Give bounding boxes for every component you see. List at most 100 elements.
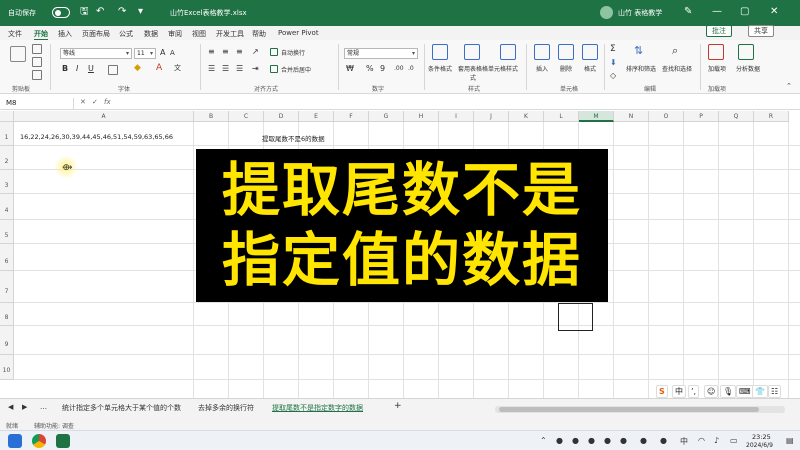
row-header-3[interactable]: 3	[0, 170, 14, 194]
sheet-tab-3[interactable]: 提取尾数不是指定数字的数据	[272, 403, 363, 413]
column-header-o[interactable]: O	[649, 111, 684, 122]
sort-filter-icon[interactable]: ⇅	[634, 44, 643, 57]
cut-icon[interactable]	[32, 44, 42, 54]
cell-style-icon[interactable]	[500, 44, 516, 60]
format-cells-button[interactable]: 格式	[584, 64, 596, 73]
column-header-q[interactable]: Q	[719, 111, 754, 122]
ime-menu-icon[interactable]: ☷	[768, 385, 782, 398]
align-left-icon[interactable]: ☰	[208, 64, 215, 73]
copy-icon[interactable]	[32, 57, 42, 67]
border-icon[interactable]	[108, 65, 118, 75]
ime-keyboard-icon[interactable]: ⌨	[736, 385, 754, 398]
add-in-icon[interactable]	[708, 44, 724, 60]
pen-icon[interactable]: ✎	[684, 6, 692, 18]
maximize-icon[interactable]: ▢	[740, 6, 749, 18]
volume-icon[interactable]: ♪	[714, 436, 719, 445]
ime-tray-icon[interactable]: 中	[680, 436, 688, 447]
bold-icon[interactable]: B	[62, 64, 68, 73]
font-name-select[interactable]: 等线	[60, 48, 132, 59]
wrap-text-button[interactable]: 自动换行	[281, 48, 305, 57]
decrease-decimal-icon[interactable]: .0	[408, 65, 414, 72]
select-all-corner[interactable]	[0, 111, 14, 122]
undo-icon[interactable]: ↶	[96, 6, 104, 18]
column-header-a[interactable]: A	[14, 111, 194, 122]
phonetic-icon[interactable]: 文	[174, 63, 181, 73]
ime-punct-icon[interactable]: ʼ,	[688, 385, 700, 398]
column-header-k[interactable]: K	[509, 111, 544, 122]
tray-icon-7[interactable]: ●	[660, 436, 667, 445]
excel-taskbar-icon[interactable]	[56, 434, 70, 448]
fill-icon[interactable]: ⬇	[610, 58, 617, 67]
increase-decimal-icon[interactable]: .00	[394, 65, 404, 72]
font-size-select[interactable]: 11	[134, 48, 156, 59]
percent-icon[interactable]: %	[366, 64, 374, 73]
row-header-1[interactable]: 1	[0, 122, 14, 146]
orientation-icon[interactable]: ↗	[252, 47, 259, 56]
indent-icon[interactable]: ⇥	[252, 64, 259, 73]
clock-time[interactable]: 23:25	[752, 433, 771, 441]
column-header-c[interactable]: C	[229, 111, 264, 122]
format-cells-icon[interactable]	[582, 44, 598, 60]
column-header-n[interactable]: N	[614, 111, 649, 122]
row-header-7[interactable]: 7	[0, 271, 14, 303]
wrap-text-icon[interactable]	[270, 48, 278, 56]
tab-home[interactable]: 开始	[34, 29, 48, 41]
insert-cells-button[interactable]: 插入	[536, 64, 548, 73]
conditional-format-icon[interactable]	[432, 44, 448, 60]
sort-filter-button[interactable]: 排序和筛选	[626, 64, 656, 73]
column-header-b[interactable]: B	[194, 111, 229, 122]
insert-cells-icon[interactable]	[534, 44, 550, 60]
decrease-font-icon[interactable]: A	[170, 49, 175, 57]
ime-logo-icon[interactable]: S	[656, 385, 668, 398]
confirm-formula-icon[interactable]: ✓	[92, 98, 98, 106]
tray-icon-6[interactable]: ●	[640, 436, 647, 445]
redo-icon[interactable]: ↷	[118, 6, 126, 18]
sheet-tab-1[interactable]: 统计指定多个单元格大于某个值的个数	[62, 403, 181, 413]
cell-d1[interactable]: 提取尾数不是6的数据	[262, 133, 325, 143]
save-icon[interactable]: 🖫	[80, 6, 89, 18]
paste-icon[interactable]	[10, 46, 26, 62]
tray-icon-2[interactable]: ●	[572, 436, 579, 445]
minimize-icon[interactable]: —	[712, 6, 722, 18]
tab-power-pivot[interactable]: Power Pivot	[278, 29, 319, 37]
align-bottom-icon[interactable]: ≡	[236, 47, 243, 56]
underline-icon[interactable]: U	[88, 64, 94, 73]
battery-icon[interactable]: ▭	[730, 436, 738, 445]
tab-file[interactable]: 文件	[8, 29, 22, 39]
ime-skin-icon[interactable]: 👕	[752, 385, 768, 398]
conditional-format-button[interactable]: 条件格式	[428, 64, 452, 73]
customize-toolbar-icon[interactable]: ▾	[138, 6, 143, 18]
currency-icon[interactable]: ₩	[346, 64, 354, 73]
comma-icon[interactable]: 9	[380, 64, 385, 73]
tab-help[interactable]: 帮助	[252, 29, 266, 39]
ime-mic-icon[interactable]: 🎙	[720, 385, 737, 398]
avatar[interactable]	[600, 6, 613, 19]
prev-sheet-icon[interactable]: ◀	[8, 403, 13, 411]
row-header-5[interactable]: 5	[0, 220, 14, 244]
active-cell-m8[interactable]	[558, 303, 593, 331]
tab-page-layout[interactable]: 页面布局	[82, 29, 110, 39]
row-header-6[interactable]: 6	[0, 244, 14, 271]
cancel-formula-icon[interactable]: ✕	[80, 98, 86, 106]
next-sheet-icon[interactable]: ▶	[22, 403, 27, 411]
increase-font-icon[interactable]: A	[160, 48, 165, 57]
clear-icon[interactable]: ◇	[610, 71, 616, 80]
align-top-icon[interactable]: ≡	[208, 47, 215, 56]
merge-center-button[interactable]: 合并后居中	[281, 65, 311, 74]
column-header-j[interactable]: J	[474, 111, 509, 122]
sheet-tab-2[interactable]: 去掉多余的换行符	[198, 403, 254, 413]
tray-icon-1[interactable]: ●	[556, 436, 563, 445]
number-format-select[interactable]: 常规	[344, 48, 418, 59]
cell-style-button[interactable]: 单元格样式	[488, 64, 518, 73]
formula-input[interactable]	[118, 98, 790, 109]
column-header-p[interactable]: P	[684, 111, 719, 122]
fx-icon[interactable]: fx	[104, 98, 111, 106]
add-sheet-button[interactable]: +	[394, 401, 402, 411]
column-header-f[interactable]: F	[334, 111, 369, 122]
horizontal-scrollbar[interactable]	[495, 406, 785, 413]
tray-icon-3[interactable]: ●	[588, 436, 595, 445]
format-painter-icon[interactable]	[32, 70, 42, 80]
more-sheets-icon[interactable]: …	[40, 403, 47, 411]
share-button[interactable]: 共享	[748, 25, 774, 37]
row-header-8[interactable]: 8	[0, 303, 14, 326]
